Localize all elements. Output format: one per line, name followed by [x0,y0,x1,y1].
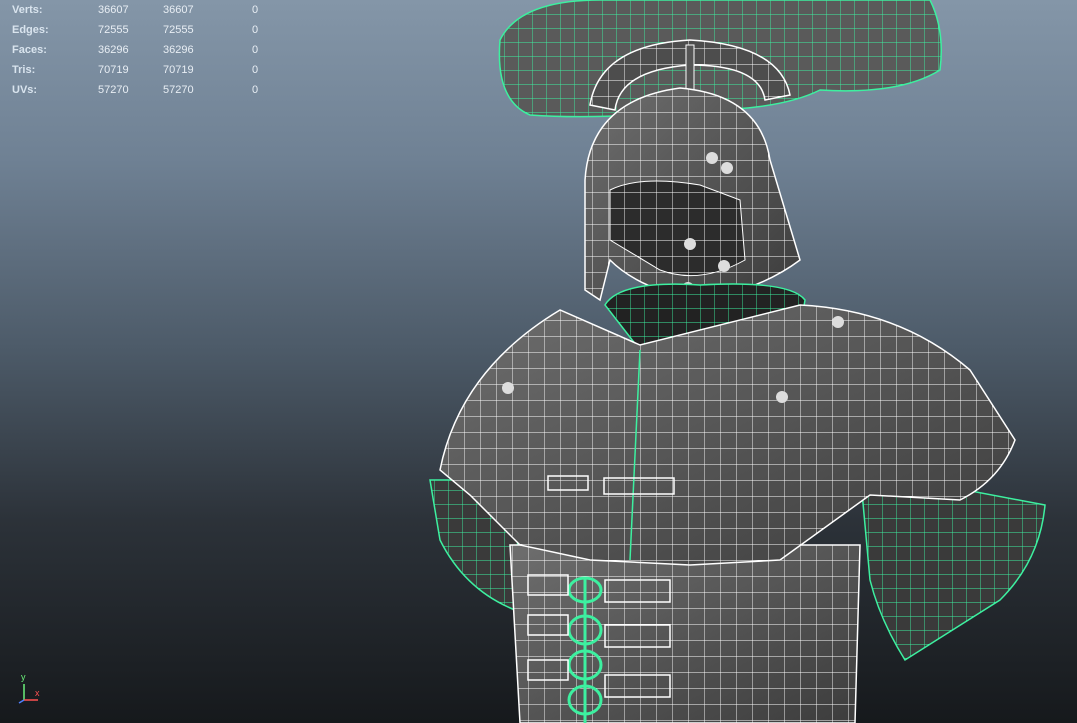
hud-value: 0 [252,4,259,16]
poly-count-hud: Verts: 36607 36607 0 Edges: 72555 72555 0 Faces:… [12,0,272,100]
axis-x-label: x [35,688,40,698]
hud-value: 36296 [163,44,194,56]
hud-label: UVs: [12,84,38,96]
3d-viewport[interactable] [0,0,1077,723]
hud-value: 0 [252,44,259,56]
hud-value: 57270 [163,84,194,96]
hud-row: Verts: 36607 36607 0 [12,0,272,20]
hud-value: 72555 [163,24,194,36]
hud-row: Tris: 70719 70719 0 [12,60,272,80]
hud-label: Tris: [12,64,36,76]
hud-label: Edges: [12,24,49,36]
torso-armor[interactable] [509,544,861,723]
hud-label: Verts: [12,4,43,16]
hud-value: 0 [252,24,259,36]
hud-row: Faces: 36296 36296 0 [12,40,272,60]
hud-row: UVs: 57270 57270 0 [12,80,272,100]
hud-row: Edges: 72555 72555 0 [12,20,272,40]
axis-gizmo-icon [18,684,38,704]
hud-value: 72555 [98,24,129,36]
hud-value: 57270 [98,84,129,96]
hud-value: 36296 [98,44,129,56]
hud-value: 0 [252,64,259,76]
hud-value: 70719 [98,64,129,76]
hud-label: Faces: [12,44,47,56]
hud-value: 0 [252,84,259,96]
hud-value: 36607 [163,4,194,16]
hud-value: 70719 [163,64,194,76]
view-axis-indicator: y x [12,672,52,708]
helmet-mesh[interactable] [584,87,801,302]
axis-y-label: y [21,672,26,682]
hud-value: 36607 [98,4,129,16]
